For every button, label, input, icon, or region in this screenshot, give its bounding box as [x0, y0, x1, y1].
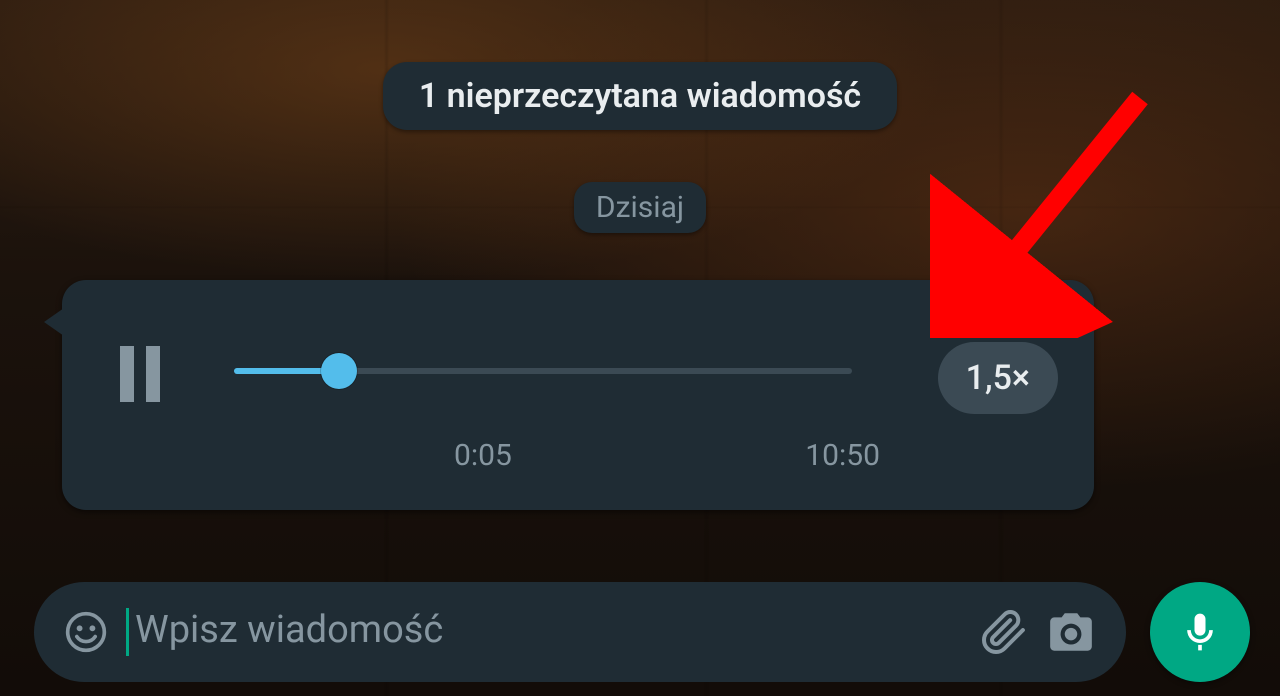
message-input[interactable]: Wpisz wiadomość	[34, 582, 1126, 682]
voice-progress-track[interactable]	[234, 368, 852, 374]
attach-icon[interactable]	[980, 608, 1028, 656]
pause-icon	[120, 346, 134, 402]
date-chip: Dzisiaj	[574, 182, 706, 233]
pause-button[interactable]	[110, 344, 170, 404]
placeholder-text: Wpisz wiadomość	[135, 608, 443, 652]
playback-speed-label: 1,5×	[966, 358, 1030, 398]
chat-container: 1 nieprzeczytana wiadomość Dzisiaj 0:05 …	[0, 0, 1280, 696]
voice-record-button[interactable]	[1150, 582, 1250, 682]
unread-banner: 1 nieprzeczytana wiadomość	[383, 62, 897, 130]
composer-row: Wpisz wiadomość	[34, 582, 1250, 682]
date-chip-text: Dzisiaj	[596, 190, 684, 225]
unread-banner-text: 1 nieprzeczytana wiadomość	[419, 76, 861, 116]
emoji-icon[interactable]	[64, 610, 108, 654]
voice-message-bubble: 0:05 10:50 1,5×	[62, 280, 1094, 510]
voice-timestamp: 10:50	[805, 438, 880, 473]
camera-icon[interactable]	[1046, 607, 1096, 657]
text-cursor	[126, 608, 129, 656]
voice-progress-thumb[interactable]	[321, 353, 357, 389]
playback-speed-button[interactable]: 1,5×	[938, 342, 1058, 414]
pause-icon	[146, 346, 160, 402]
bubble-tail	[44, 308, 64, 336]
message-input-placeholder: Wpisz wiadomość	[126, 608, 962, 656]
voice-current-time: 0:05	[454, 438, 512, 473]
microphone-icon	[1178, 610, 1222, 654]
